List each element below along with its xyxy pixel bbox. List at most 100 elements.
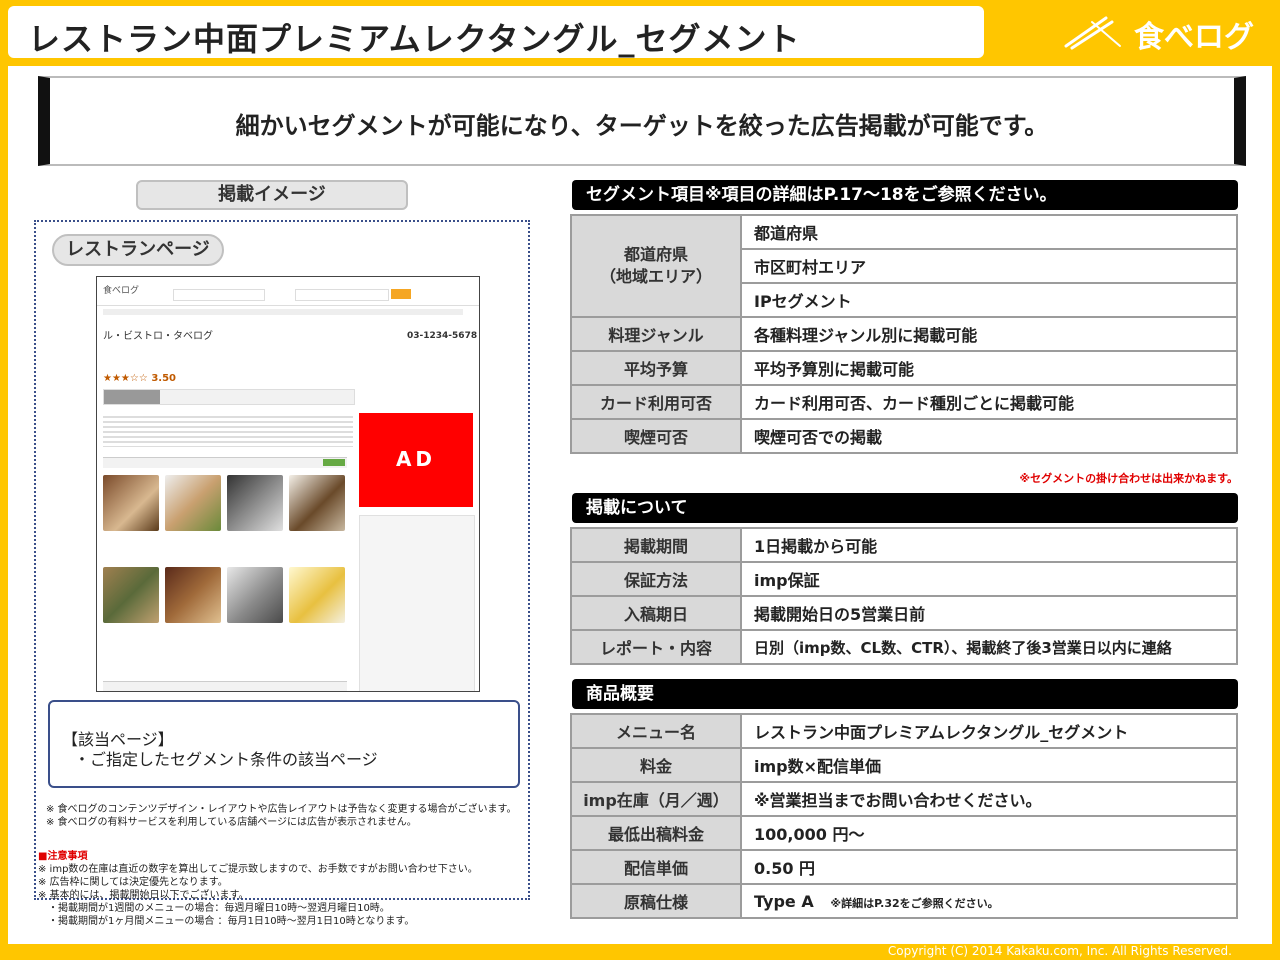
caution-line: ※ imp数の在庫は直近の数字を算出してご提示致しますので、お手数ですがお問い合…: [38, 864, 478, 875]
row-value: レストラン中面プレミアムレクタングル_セグメント: [740, 713, 1238, 749]
ad-placeholder: AD: [359, 413, 473, 507]
spec-note: ※詳細はP.32をご参照ください。: [830, 896, 999, 910]
row-key: imp在庫（月／週）: [570, 781, 742, 817]
mock-phone: 03-1234-5678: [407, 331, 478, 341]
mock-photo: [227, 475, 283, 531]
table-row: 料金 imp数×配信単価: [570, 747, 1238, 783]
headline-box: 細かいセグメントが可能になり、ターゲットを絞った広告掲載が可能です。: [38, 76, 1246, 166]
segment-note: ※セグメントの掛け合わせは出来かねます。: [1019, 472, 1238, 485]
ad-label: AD: [395, 447, 437, 471]
row-key: 入稿期日: [570, 595, 742, 631]
product-header: 商品概要: [572, 679, 1238, 709]
row-value: 100,000 円～: [740, 815, 1238, 851]
row-value: imp数×配信単価: [740, 747, 1238, 783]
region-value: 市区町村エリア: [740, 248, 1238, 284]
row-value: 喫煙可否での掲載: [740, 418, 1238, 454]
region-label: 都道府県 （地域エリア）: [570, 214, 742, 318]
page-title: レストラン中面プレミアムレクタングル_セグメント: [28, 20, 801, 58]
posting-table: 掲載期間 1日掲載から可能 保証方法 imp保証 入稿期日 掲載開始日の5営業日前 レ…: [570, 527, 1238, 665]
table-row: 料理ジャンル 各種料理ジャンル別に掲載可能: [570, 316, 1238, 352]
row-key: 原稿仕様: [570, 883, 742, 919]
region-value: IPセグメント: [740, 282, 1238, 318]
chopsticks-icon: [1064, 16, 1121, 50]
row-value: 各種料理ジャンル別に掲載可能: [740, 316, 1238, 352]
row-value: 平均予算別に掲載可能: [740, 350, 1238, 386]
caution-notes: ■注意事項 ※ imp数の在庫は直近の数字を算出してご提示致しますので、お手数で…: [38, 850, 478, 928]
table-row: 掲載期間 1日掲載から可能: [570, 527, 1238, 563]
row-key: 最低出稿料金: [570, 815, 742, 851]
row-key: 保証方法: [570, 561, 742, 597]
row-key: メニュー名: [570, 713, 742, 749]
preview-note: ※ 食べログの有料サービスを利用している店舗ページには広告が表示されません。: [46, 817, 417, 828]
row-key: カード利用可否: [570, 384, 742, 420]
logo-text: 食べログ: [1134, 20, 1254, 55]
preview-label: 掲載イメージ: [136, 180, 408, 210]
table-row: カード利用可否 カード利用可否、カード種別ごとに掲載可能: [570, 384, 1238, 420]
row-key: 喫煙可否: [570, 418, 742, 454]
mock-photo: [289, 567, 345, 623]
caution-line: ※ 広告枠に関しては決定優先となります。: [38, 877, 228, 888]
mock-search-button: [391, 289, 411, 299]
row-value: Type A ※詳細はP.32をご参照ください。: [740, 883, 1238, 919]
table-row: 喫煙可否 喫煙可否での掲載: [570, 418, 1238, 454]
mock-photo: [103, 475, 159, 531]
mock-photo: [103, 567, 159, 623]
caution-line: ・掲載期間が1週間のメニューの場合：毎週月曜日10時～翌週月曜日10時。: [38, 903, 390, 914]
caution-line: ※ 基本的には、掲載開始日以下でございます。: [38, 890, 249, 901]
mock-photo: [289, 475, 345, 531]
spec-type: Type A: [754, 891, 814, 911]
table-row: 原稿仕様 Type A ※詳細はP.32をご参照ください。: [570, 883, 1238, 919]
table-row: メニュー名 レストラン中面プレミアムレクタングル_セグメント: [570, 713, 1238, 749]
preview-box: レストランページ 食べログ ル・ビストロ・タベログ 03-1234-5678 ★…: [34, 220, 530, 900]
title-bar: レストラン中面プレミアムレクタングル_セグメント: [8, 6, 984, 58]
table-row: 保証方法 imp保証: [570, 561, 1238, 597]
mock-header: 食べログ: [97, 277, 479, 306]
mock-text-lines: [103, 413, 353, 447]
mock-tabs: [103, 389, 355, 405]
mock-keyword-field: [295, 289, 389, 301]
segment-table: 都道府県 （地域エリア） 都道府県 市区町村エリア IPセグメント 料理ジャンル…: [570, 214, 1238, 454]
table-row: レポート・内容 日別（imp数、CL数、CTR）、掲載終了後3営業日以内に連絡: [570, 629, 1238, 665]
mock-photo: [165, 475, 221, 531]
row-value: 1日掲載から可能: [740, 527, 1238, 563]
mock-photo: [227, 567, 283, 623]
mock-tab-active: [104, 390, 160, 404]
table-row: 配信単価 0.50 円: [570, 849, 1238, 885]
headline-text: 細かいセグメントが可能になり、ターゲットを絞った広告掲載が可能です。: [235, 112, 1049, 140]
mock-photo-section: [103, 457, 347, 468]
table-row: 平均予算 平均予算別に掲載可能: [570, 350, 1238, 386]
row-value: 日別（imp数、CL数、CTR）、掲載終了後3営業日以内に連絡: [740, 629, 1238, 665]
target-page-box: 【該当ページ】 ・ご指定したセグメント条件の該当ページ: [48, 700, 520, 788]
caution-title: ■注意事項: [38, 851, 88, 862]
row-key: 配信単価: [570, 849, 742, 885]
table-row: 入稿期日 掲載開始日の5営業日前: [570, 595, 1238, 631]
region-value: 都道府県: [740, 214, 1238, 250]
star-icon: ★★★☆☆: [103, 373, 152, 384]
restaurant-page-tab: レストランページ: [52, 234, 224, 266]
mock-review-section: [103, 681, 347, 691]
table-row: 都道府県 （地域エリア） 都道府県: [570, 214, 1238, 318]
row-value: 0.50 円: [740, 849, 1238, 885]
row-key: 料金: [570, 747, 742, 783]
mock-sidebar: [359, 515, 475, 691]
row-key: 掲載期間: [570, 527, 742, 563]
main-panel: 細かいセグメントが可能になり、ターゲットを絞った広告掲載が可能です。 掲載イメー…: [8, 66, 1272, 944]
mock-rating-value: 3.50: [151, 373, 176, 384]
mock-breadcrumb: [103, 309, 463, 315]
segment-header: セグメント項目※項目の詳細はP.17～18をご参照ください。: [572, 180, 1238, 210]
table-row: imp在庫（月／週） ※営業担当までお問い合わせください。: [570, 781, 1238, 817]
caution-line: ・掲載期間が1ヶ月間メニューの場合 ：毎月1日10時～翌月1日10時となります。: [38, 916, 415, 927]
table-row: 最低出稿料金 100,000 円～: [570, 815, 1238, 851]
mock-more-button: [323, 459, 345, 466]
row-key: 平均予算: [570, 350, 742, 386]
target-page-desc: ・ご指定したセグメント条件の該当ページ: [74, 750, 378, 769]
row-value: 掲載開始日の5営業日前: [740, 595, 1238, 631]
restaurant-page-mockup: 食べログ ル・ビストロ・タベログ 03-1234-5678 ★★★☆☆ 3.50: [96, 276, 480, 692]
row-value: ※営業担当までお問い合わせください。: [740, 781, 1238, 817]
mock-rating: ★★★☆☆ 3.50: [103, 373, 176, 384]
page-number: 11: [1239, 924, 1271, 949]
mock-photo: [165, 567, 221, 623]
copyright: Copyright (C) 2014 Kakaku.com, Inc. All …: [887, 944, 1232, 958]
posting-header: 掲載について: [572, 493, 1238, 523]
product-table: メニュー名 レストラン中面プレミアムレクタングル_セグメント 料金 imp数×配信単…: [570, 713, 1238, 919]
